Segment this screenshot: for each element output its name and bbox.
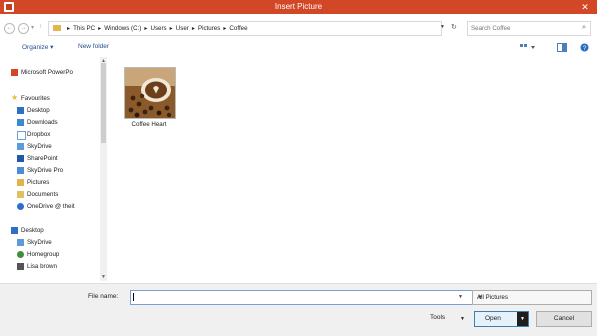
new-folder-button[interactable]: New folder: [78, 43, 109, 50]
nav-item-dropbox[interactable]: Dropbox: [17, 131, 50, 141]
downloads-icon: [17, 119, 24, 126]
sharepoint-icon: [17, 155, 24, 162]
file-type-select[interactable]: All Pictures ▼: [472, 290, 592, 305]
chevron-down-icon: ▼: [477, 294, 484, 301]
breadcrumb-item[interactable]: Coffee: [229, 25, 247, 32]
scrollbar-thumb[interactable]: [101, 63, 106, 143]
file-name: Coffee Heart: [131, 121, 167, 128]
file-name-label: File name:: [88, 293, 119, 300]
search-icon[interactable]: ⌕: [582, 24, 586, 32]
nav-item-documents[interactable]: Documents: [17, 191, 58, 201]
dialog-footer: File name: ▼ All Pictures ▼ Tools ▼ Open…: [0, 283, 597, 336]
forward-button[interactable]: →: [18, 23, 29, 34]
breadcrumb-item[interactable]: User: [176, 25, 189, 32]
file-list: Coffee Heart: [110, 57, 597, 281]
nav-item-microsoft-powerpoint[interactable]: Microsoft PowerPo: [11, 69, 73, 79]
nav-item-skydrive-root[interactable]: SkyDrive: [17, 239, 52, 249]
up-arrow-icon[interactable]: ↑: [39, 24, 42, 30]
scroll-down-icon[interactable]: ▼: [101, 274, 106, 280]
nav-item-desktop-root[interactable]: Desktop: [11, 227, 44, 237]
nav-item-downloads[interactable]: Downloads: [17, 119, 58, 129]
nav-item-sharepoint[interactable]: SharePoint: [17, 155, 58, 165]
open-button-label: Open: [485, 315, 501, 322]
nav-item-skydrive-pro[interactable]: SkyDrive Pro: [17, 167, 63, 177]
nav-item-onedrive[interactable]: OneDrive @ theit: [17, 203, 75, 213]
skydrive-pro-icon: [17, 167, 24, 174]
navigation-pane: Microsoft PowerPo ★ Favourites Desktop Do…: [0, 57, 108, 281]
title-bar: Insert Picture ✕: [0, 0, 597, 14]
chevron-down-icon[interactable]: ▼: [458, 294, 463, 300]
homegroup-icon: [17, 251, 24, 258]
breadcrumb-item[interactable]: Pictures: [198, 25, 220, 32]
breadcrumb-item[interactable]: Users: [150, 25, 166, 32]
nav-item-favourites[interactable]: ★ Favourites: [11, 93, 50, 105]
recent-locations-icon[interactable]: ▾: [31, 24, 34, 31]
desktop-icon: [17, 107, 24, 114]
breadcrumb-path: ▸ This PC ▸ Windows (C:) ▸ Users ▸ User ▸ Picture…: [67, 25, 248, 32]
coffee-heart-thumbnail: [124, 67, 176, 119]
address-bar: ← → ▾ ↑ ▸ This PC ▸ Windows (C:) ▸ Users ▸ User…: [0, 18, 597, 38]
breadcrumb[interactable]: ▸ This PC ▸ Windows (C:) ▸ Users ▸ User ▸ Picture…: [48, 21, 442, 36]
back-button[interactable]: ←: [4, 23, 15, 34]
dropbox-icon: [17, 131, 26, 140]
desktop-icon: [11, 227, 18, 234]
nav-item-desktop[interactable]: Desktop: [17, 107, 50, 117]
search-box[interactable]: ⌕: [467, 21, 591, 36]
chevron-down-icon: ▼: [520, 316, 525, 322]
skydrive-icon: [17, 239, 24, 246]
search-input[interactable]: [471, 24, 571, 33]
nav-item-user[interactable]: Lisa brown: [17, 263, 57, 273]
file-item[interactable]: Coffee Heart: [120, 67, 178, 137]
cancel-button[interactable]: Cancel: [536, 311, 592, 327]
folder-icon: [53, 25, 61, 31]
breadcrumb-item[interactable]: This PC: [73, 25, 95, 32]
open-options-button[interactable]: ▼: [517, 312, 528, 326]
skydrive-icon: [17, 143, 24, 150]
window-title: Insert Picture: [274, 2, 323, 11]
help-icon[interactable]: ?: [580, 43, 592, 52]
text-caret: [133, 293, 134, 301]
nav-item-skydrive[interactable]: SkyDrive: [17, 143, 52, 153]
pictures-icon: [17, 179, 24, 186]
open-button[interactable]: Open ▼: [474, 311, 529, 327]
onedrive-icon: [17, 203, 24, 210]
command-bar: Organize ▾ New folder ?: [0, 41, 597, 55]
nav-item-homegroup[interactable]: Homegroup: [17, 251, 59, 261]
refresh-icon[interactable]: ↻: [451, 23, 457, 31]
nav-item-pictures[interactable]: Pictures: [17, 179, 49, 189]
organize-button[interactable]: Organize ▾: [22, 43, 53, 51]
tools-button[interactable]: Tools: [430, 314, 445, 321]
user-icon: [17, 263, 24, 270]
breadcrumb-item[interactable]: Windows (C:): [104, 25, 141, 32]
preview-pane-icon[interactable]: [557, 43, 569, 52]
chevron-down-icon[interactable]: ▼: [460, 316, 465, 322]
scroll-up-icon[interactable]: ▲: [101, 58, 106, 64]
documents-icon: [17, 191, 24, 198]
change-view-icon[interactable]: [520, 43, 535, 52]
close-button[interactable]: ✕: [577, 0, 593, 14]
star-icon: ★: [11, 93, 19, 102]
powerpoint-icon: [11, 69, 18, 76]
insert-picture-dialog: Insert Picture ✕ ← → ▾ ↑ ▸ This PC ▸ Window…: [0, 0, 597, 336]
file-name-field[interactable]: [130, 290, 473, 305]
chevron-down-icon[interactable]: ▼: [440, 24, 445, 30]
